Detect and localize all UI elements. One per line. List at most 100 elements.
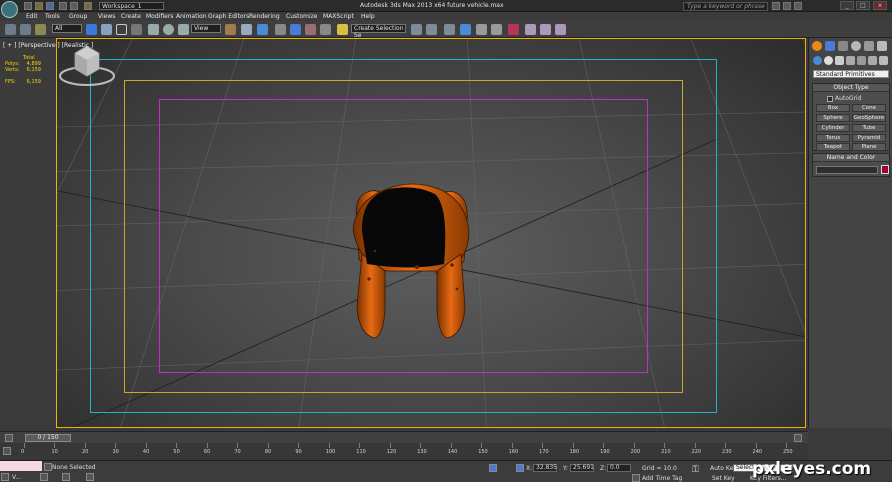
z-coordinate-field[interactable]: 0.0 bbox=[607, 464, 631, 472]
menu-edit[interactable]: Edit bbox=[26, 13, 38, 20]
info-center-icon[interactable] bbox=[783, 2, 791, 10]
listener-icon-4[interactable] bbox=[86, 473, 94, 481]
systems-icon[interactable] bbox=[879, 56, 888, 65]
select-move-icon[interactable] bbox=[148, 24, 159, 35]
hierarchy-tab-icon[interactable] bbox=[838, 41, 848, 51]
absolute-mode-icon[interactable] bbox=[516, 464, 524, 472]
menu-rendering[interactable]: Rendering bbox=[249, 13, 280, 20]
open-file-icon[interactable] bbox=[35, 2, 43, 10]
display-tab-icon[interactable] bbox=[864, 41, 874, 51]
binoculars-icon[interactable] bbox=[772, 2, 780, 10]
cylinder-button[interactable]: Cylinder bbox=[816, 124, 850, 132]
render-production-icon[interactable] bbox=[555, 24, 566, 35]
app-logo-icon[interactable] bbox=[1, 1, 18, 18]
utilities-tab-icon[interactable] bbox=[877, 41, 887, 51]
object-color-swatch[interactable] bbox=[881, 165, 889, 174]
selection-lock-icon[interactable] bbox=[489, 464, 497, 472]
menu-help[interactable]: Help bbox=[361, 13, 375, 20]
spinner-snap-icon[interactable] bbox=[320, 24, 331, 35]
add-time-tag[interactable]: Add Time Tag bbox=[642, 475, 682, 482]
angle-snap-icon[interactable] bbox=[290, 24, 301, 35]
box-button[interactable]: Box bbox=[816, 104, 850, 112]
next-frame-icon[interactable] bbox=[794, 434, 802, 442]
perspective-viewport[interactable] bbox=[56, 38, 806, 428]
curve-editor-icon[interactable] bbox=[476, 24, 487, 35]
key-icon[interactable]: ⚿ bbox=[692, 466, 699, 475]
geosphere-button[interactable]: GeoSphere bbox=[852, 114, 886, 122]
graphite-ribbon-icon[interactable] bbox=[460, 24, 471, 35]
lights-icon[interactable] bbox=[835, 56, 844, 65]
modify-tab-icon[interactable] bbox=[825, 41, 835, 51]
menu-graph-editors[interactable]: Graph Editors bbox=[208, 13, 249, 20]
primitive-type-dropdown[interactable]: Standard Primitives bbox=[813, 70, 889, 78]
listener-icon-3[interactable] bbox=[62, 473, 70, 481]
minimize-button[interactable]: _ bbox=[840, 1, 854, 10]
edit-named-selection-icon[interactable] bbox=[337, 24, 348, 35]
mirror-icon[interactable] bbox=[411, 24, 422, 35]
menu-views[interactable]: Views bbox=[98, 13, 115, 20]
viewport-label[interactable]: [ + ] [Perspective ] [Realistic ] bbox=[3, 42, 93, 49]
prev-frame-icon[interactable] bbox=[5, 434, 13, 442]
reference-coordinate-dropdown[interactable]: View bbox=[191, 24, 221, 33]
snaps-toggle-icon[interactable] bbox=[275, 24, 286, 35]
search-input[interactable]: Type a keyword or phrase bbox=[683, 2, 768, 11]
render-setup-icon[interactable] bbox=[525, 24, 536, 35]
named-selection-dropdown[interactable]: Create Selection Se bbox=[351, 24, 406, 39]
set-key-button[interactable]: Set Key bbox=[712, 475, 735, 482]
rectangular-selection-icon[interactable] bbox=[116, 24, 127, 35]
geometry-icon[interactable] bbox=[813, 56, 822, 65]
menu-group[interactable]: Group bbox=[69, 13, 87, 20]
link-icon[interactable] bbox=[5, 24, 16, 35]
y-coordinate-field[interactable]: 25.691 bbox=[570, 464, 594, 472]
rendered-frame-icon[interactable] bbox=[540, 24, 551, 35]
name-color-header[interactable]: Name and Color bbox=[813, 154, 889, 162]
pivot-center-icon[interactable] bbox=[225, 24, 236, 35]
select-manipulate-icon[interactable] bbox=[241, 24, 252, 35]
maxscript-listener[interactable] bbox=[0, 461, 42, 471]
x-coordinate-field[interactable]: 32.835 bbox=[533, 464, 557, 472]
schematic-view-icon[interactable] bbox=[491, 24, 502, 35]
cameras-icon[interactable] bbox=[846, 56, 855, 65]
workspace-dropdown[interactable]: Workspace_1 bbox=[99, 2, 164, 10]
window-crossing-icon[interactable] bbox=[131, 24, 142, 35]
time-tag-icon[interactable] bbox=[632, 474, 640, 482]
select-rotate-icon[interactable] bbox=[163, 24, 174, 35]
time-slider-bar[interactable]: 0 / 150 bbox=[0, 431, 808, 443]
help-icon[interactable] bbox=[794, 2, 802, 10]
select-object-icon[interactable] bbox=[86, 24, 97, 35]
menu-create[interactable]: Create bbox=[121, 13, 141, 20]
select-scale-icon[interactable] bbox=[178, 24, 189, 35]
autogrid-checkbox[interactable] bbox=[827, 96, 833, 102]
close-button[interactable]: x bbox=[873, 1, 887, 10]
helpers-icon[interactable] bbox=[857, 56, 866, 65]
undo-icon[interactable] bbox=[59, 2, 67, 10]
shapes-icon[interactable] bbox=[824, 56, 833, 65]
teapot-button[interactable]: Teapot bbox=[816, 143, 850, 151]
manage-layers-icon[interactable] bbox=[444, 24, 455, 35]
menu-customize[interactable]: Customize bbox=[286, 13, 318, 20]
cone-button[interactable]: Cone bbox=[852, 104, 886, 112]
menu-modifiers[interactable]: Modifiers bbox=[146, 13, 173, 20]
maximize-button[interactable]: □ bbox=[856, 1, 870, 10]
keyboard-shortcut-icon[interactable] bbox=[257, 24, 268, 35]
mini-curve-editor-icon[interactable] bbox=[3, 447, 11, 455]
sphere-button[interactable]: Sphere bbox=[816, 114, 850, 122]
time-slider[interactable]: 0 / 150 bbox=[25, 434, 71, 442]
menu-animation[interactable]: Animation bbox=[176, 13, 207, 20]
menu-tools[interactable]: Tools bbox=[45, 13, 60, 20]
space-warps-icon[interactable] bbox=[868, 56, 877, 65]
pyramid-button[interactable]: Pyramid bbox=[852, 134, 886, 142]
menu-maxscript[interactable]: MAXScript bbox=[323, 13, 354, 20]
motion-tab-icon[interactable] bbox=[851, 41, 861, 51]
redo-icon[interactable] bbox=[70, 2, 78, 10]
percent-snap-icon[interactable] bbox=[305, 24, 316, 35]
bind-space-warp-icon[interactable] bbox=[35, 24, 46, 35]
object-type-header[interactable]: Object Type bbox=[813, 84, 889, 92]
listener-icon-2[interactable] bbox=[40, 473, 48, 481]
select-by-name-icon[interactable] bbox=[101, 24, 112, 35]
plane-button[interactable]: Plane bbox=[852, 143, 886, 151]
material-editor-icon[interactable] bbox=[508, 24, 519, 35]
viewport-nav-icon[interactable] bbox=[44, 463, 52, 471]
selection-filter-dropdown[interactable]: All bbox=[52, 24, 82, 33]
save-file-icon[interactable] bbox=[46, 2, 54, 10]
